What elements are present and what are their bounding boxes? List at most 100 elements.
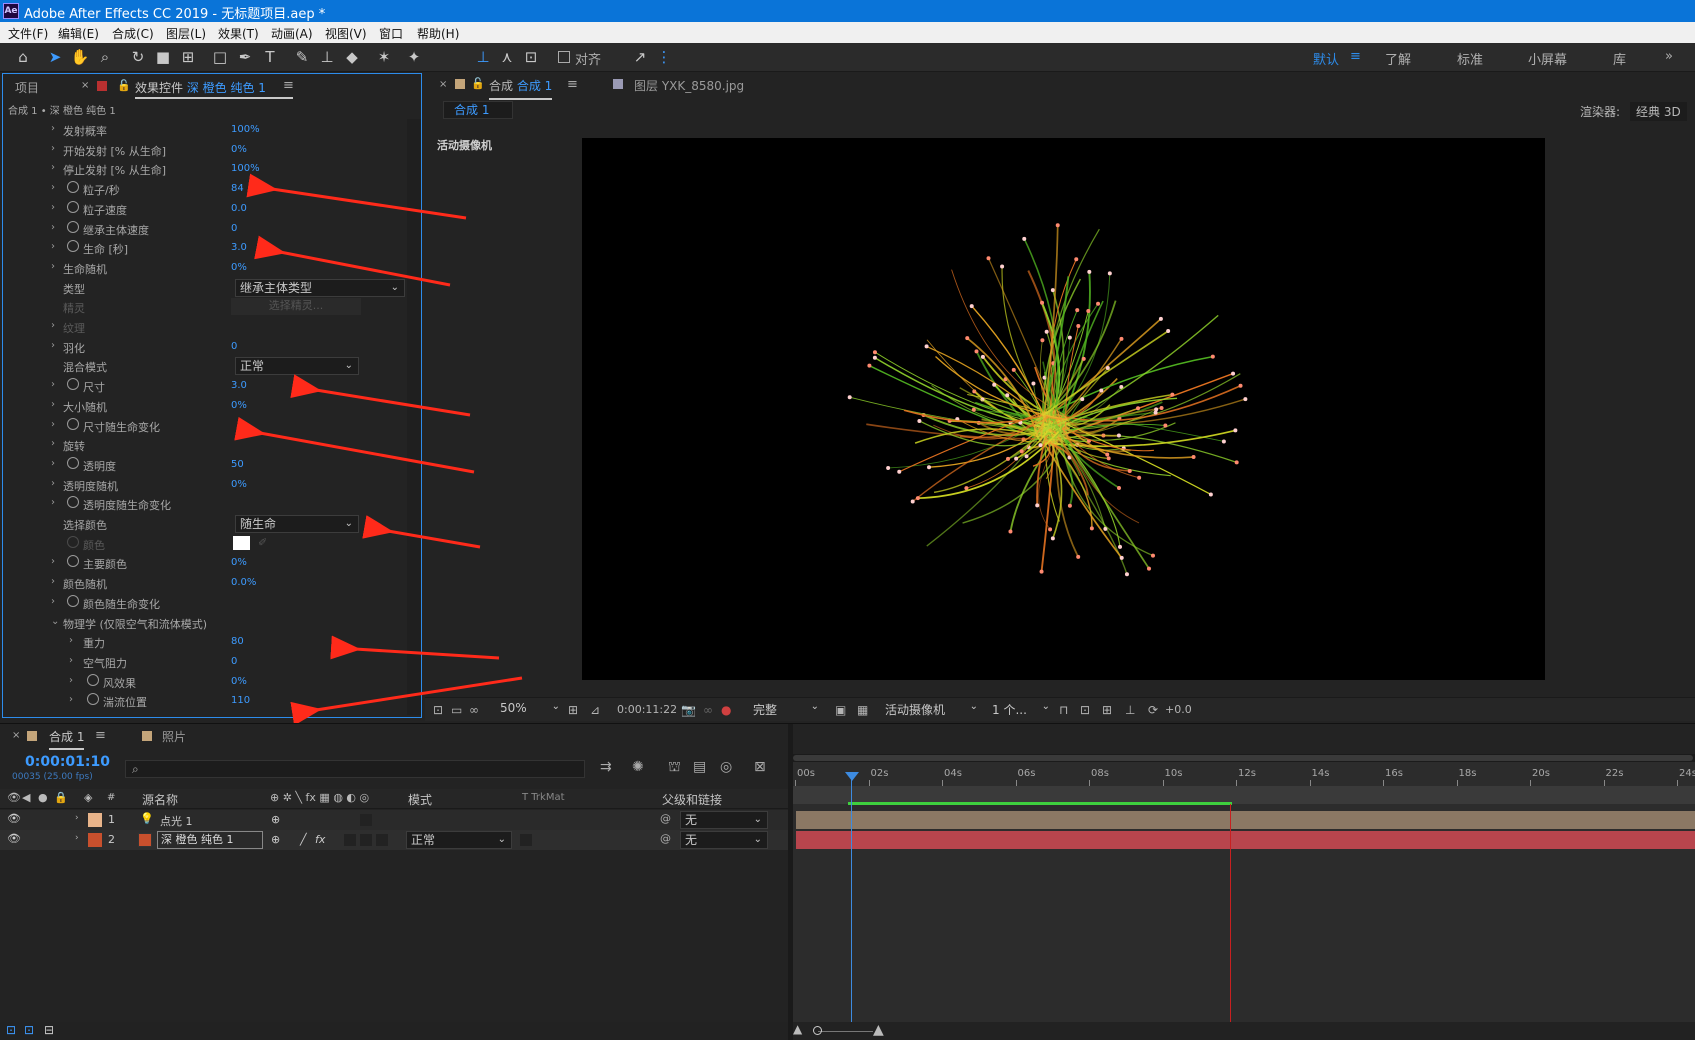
effect-property-row[interactable]: 混合模式 正常 ⌄	[3, 356, 407, 376]
more-workspaces-icon[interactable]: »	[1665, 49, 1673, 64]
effect-property-row[interactable]: › 尺寸随生命变化	[3, 416, 407, 436]
parent-column[interactable]: 父级和链接	[662, 791, 722, 808]
stopwatch-icon[interactable]	[67, 555, 79, 568]
property-value[interactable]: 0%	[231, 479, 247, 490]
effect-property-row[interactable]: › 透明度随生命变化	[3, 494, 407, 514]
lock-icon[interactable]: 🔓	[471, 77, 485, 90]
label-color-swatch[interactable]	[88, 833, 102, 847]
workspace-learn[interactable]: 了解	[1385, 49, 1411, 68]
timeline-icon[interactable]: ⊞	[1102, 703, 1112, 717]
eye-icon[interactable]: 👁	[7, 812, 21, 825]
property-value[interactable]: 0	[231, 223, 237, 234]
roi-icon[interactable]: ▣	[835, 703, 846, 717]
effect-property-row[interactable]: › 尺寸 3.0	[3, 376, 407, 396]
stopwatch-icon[interactable]	[67, 240, 79, 253]
playhead-handle[interactable]	[845, 772, 859, 781]
tab-project[interactable]: 项目	[15, 79, 39, 96]
time-graph[interactable]: 00s 02s 04s 06s 08s 10s 12s 14s 16s 18s 20s 22s 24s	[793, 754, 1695, 1040]
view-axis-mode-icon[interactable]: ⊡	[521, 47, 541, 67]
snap-checkbox[interactable]	[558, 51, 570, 63]
expand-chevron-icon[interactable]: ›	[51, 143, 55, 154]
property-value[interactable]: 100%	[231, 163, 260, 174]
expand-chevron-icon[interactable]: ›	[51, 478, 55, 489]
expand-chevron-icon[interactable]: ›	[51, 379, 55, 390]
camera-tool-icon[interactable]: ■	[153, 47, 173, 67]
type-tool-icon[interactable]: T	[260, 47, 280, 67]
effect-property-row[interactable]: 颜色 ✐	[3, 534, 407, 554]
effect-property-row[interactable]: 精灵 选择精灵...	[3, 297, 407, 317]
effect-property-row[interactable]: › 透明度随机 0%	[3, 475, 407, 495]
workspace-default[interactable]: 默认	[1313, 49, 1339, 68]
expand-chevron-icon[interactable]: ›	[51, 340, 55, 351]
effect-property-row[interactable]: › 大小随机 0%	[3, 396, 407, 416]
property-value[interactable]: 100%	[231, 124, 260, 135]
zoom-in-icon[interactable]: ▲	[873, 1022, 884, 1038]
stopwatch-icon[interactable]	[67, 496, 79, 509]
type-dropdown[interactable]: 继承主体类型 ⌄	[235, 278, 405, 297]
effect-property-row[interactable]: › 主要颜色 0%	[3, 553, 407, 573]
layer-duration-bar[interactable]	[796, 811, 1695, 829]
workspace-small-screen[interactable]: 小屏幕	[1528, 49, 1567, 68]
property-value[interactable]: 0%	[231, 676, 247, 687]
expand-chevron-icon[interactable]: ›	[51, 438, 55, 449]
workspace-libraries[interactable]: 库	[1613, 49, 1626, 68]
property-value[interactable]: 0	[231, 341, 237, 352]
fit-icon[interactable]: ⊞	[568, 703, 578, 717]
tab-layer[interactable]: 图层 YXK_8580.jpg	[634, 77, 744, 94]
exposure-value[interactable]: +0.0	[1165, 703, 1192, 716]
roto-brush-tool-icon[interactable]: ✶	[374, 47, 394, 67]
expand-chevron-icon[interactable]: ›	[51, 596, 55, 607]
menu-help[interactable]: 帮助(H)	[417, 25, 459, 42]
property-value[interactable]: 50	[231, 459, 244, 470]
vr-icon[interactable]: ∞	[469, 703, 479, 717]
stopwatch-icon[interactable]	[67, 200, 79, 213]
expand-chevron-icon[interactable]: ›	[51, 320, 55, 331]
time-ruler[interactable]: 00s 02s 04s 06s 08s 10s 12s 14s 16s 18s 20s 22s 24s	[793, 760, 1695, 786]
selection-tool-icon[interactable]: ➤	[45, 47, 65, 67]
property-value[interactable]: 0%	[231, 557, 247, 568]
menu-file[interactable]: 文件(F)	[8, 25, 48, 42]
in-out-icon[interactable]: ⊟	[44, 1023, 54, 1037]
transparency-grid-icon[interactable]: ▦	[857, 703, 868, 717]
layer-row[interactable]: 👁 › 2 深 橙色 纯色 1 ⊕ ╱ fx 正常 ⌄ @ 无 ⌄	[0, 830, 788, 850]
puppet-pin-tool-icon[interactable]: ✦	[404, 47, 424, 67]
expand-chevron-icon[interactable]: ›	[51, 241, 55, 252]
layer-name[interactable]: 深 橙色 纯色 1	[157, 831, 263, 849]
switch-box[interactable]	[360, 814, 372, 826]
trkmat-box[interactable]	[520, 834, 532, 846]
expand-chevron-icon[interactable]: ›	[69, 694, 73, 705]
resolution-dropdown[interactable]: 完整 ⌄	[753, 701, 821, 719]
current-time[interactable]: 0:00:11:22	[617, 703, 677, 716]
switch-box[interactable]	[376, 834, 388, 846]
source-name-column[interactable]: 源名称	[142, 791, 178, 808]
snap-grid-icon[interactable]: ⋮	[654, 47, 674, 67]
switch-box[interactable]	[360, 834, 372, 846]
effect-property-row[interactable]: › 空气阻力 0	[3, 652, 407, 672]
layer-search-input[interactable]: ⌕	[125, 760, 585, 778]
layer-duration-bar[interactable]	[796, 831, 1695, 849]
always-preview-icon[interactable]: ⊡	[433, 703, 443, 717]
effect-property-row[interactable]: ⌄ 物理学 (仅限空气和流体模式)	[3, 613, 407, 633]
comp-mini-flowchart-icon[interactable]: ⇉	[600, 759, 612, 775]
shy-switch-icon[interactable]: ⊕	[271, 813, 280, 826]
home-icon[interactable]: ⌂	[13, 47, 33, 67]
local-axis-mode-icon[interactable]: ⊥	[473, 47, 493, 67]
expand-chevron-icon[interactable]: ›	[75, 833, 79, 843]
stopwatch-icon[interactable]	[67, 456, 79, 469]
expand-chevron-icon[interactable]: ›	[51, 576, 55, 587]
reset-exposure-icon[interactable]: ⟳	[1148, 703, 1158, 717]
color-swatch[interactable]	[233, 535, 250, 550]
draft-3d-icon[interactable]: ⊡	[1080, 703, 1090, 717]
pan-behind-tool-icon[interactable]: ⊞	[178, 47, 198, 67]
label-color-swatch[interactable]	[88, 813, 102, 827]
effect-property-row[interactable]: › 颜色随机 0.0%	[3, 573, 407, 593]
tab-effect-controls[interactable]: 效果控件 深 橙色 纯色 1	[135, 79, 293, 99]
switch-box[interactable]	[344, 834, 356, 846]
comp-subtab[interactable]: 合成 1	[443, 101, 513, 119]
panel-menu-icon[interactable]: ≡	[283, 78, 294, 93]
rectangle-tool-icon[interactable]: □	[210, 47, 230, 67]
lock-icon[interactable]: 🔓	[117, 79, 131, 92]
color-dropdown[interactable]: 随生命 ⌄	[235, 515, 359, 533]
close-tab-icon[interactable]: ×	[439, 79, 447, 90]
pickwhip-icon[interactable]: @	[660, 812, 671, 825]
